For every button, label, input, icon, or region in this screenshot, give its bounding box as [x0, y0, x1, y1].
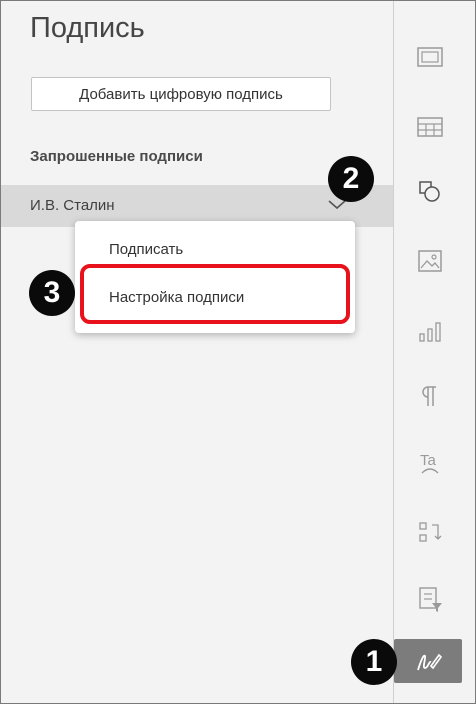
chart-settings-icon[interactable]: [404, 309, 456, 353]
slide-settings-icon[interactable]: [404, 35, 456, 79]
svg-text:Ta: Ta: [420, 452, 437, 469]
step-badge-3: 3: [29, 270, 75, 316]
shape-settings-icon[interactable]: [404, 170, 456, 214]
table-settings-icon[interactable]: [404, 105, 456, 149]
form-settings-icon[interactable]: [404, 577, 456, 621]
signature-panel: Подпись Добавить цифровую подпись Запрош…: [1, 1, 393, 703]
signer-name: И.В. Сталин: [30, 197, 115, 214]
menu-item-sign[interactable]: Подписать: [109, 241, 183, 258]
mail-merge-icon[interactable]: [404, 511, 456, 555]
textart-settings-icon[interactable]: Ta: [404, 441, 456, 485]
requested-signatures-heading: Запрошенные подписи: [30, 148, 203, 165]
paragraph-settings-icon[interactable]: [404, 374, 456, 418]
step-badge-1: 1: [351, 639, 397, 685]
right-toolbar: Ta: [393, 1, 475, 703]
signature-settings-icon[interactable]: [394, 639, 462, 683]
image-settings-icon[interactable]: [404, 239, 456, 283]
highlight-outline: [80, 264, 350, 324]
panel-title: Подпись: [30, 12, 145, 44]
add-digital-signature-button[interactable]: Добавить цифровую подпись: [31, 77, 331, 111]
editor-window: Подпись Добавить цифровую подпись Запрош…: [0, 0, 476, 704]
step-badge-2: 2: [328, 156, 374, 202]
